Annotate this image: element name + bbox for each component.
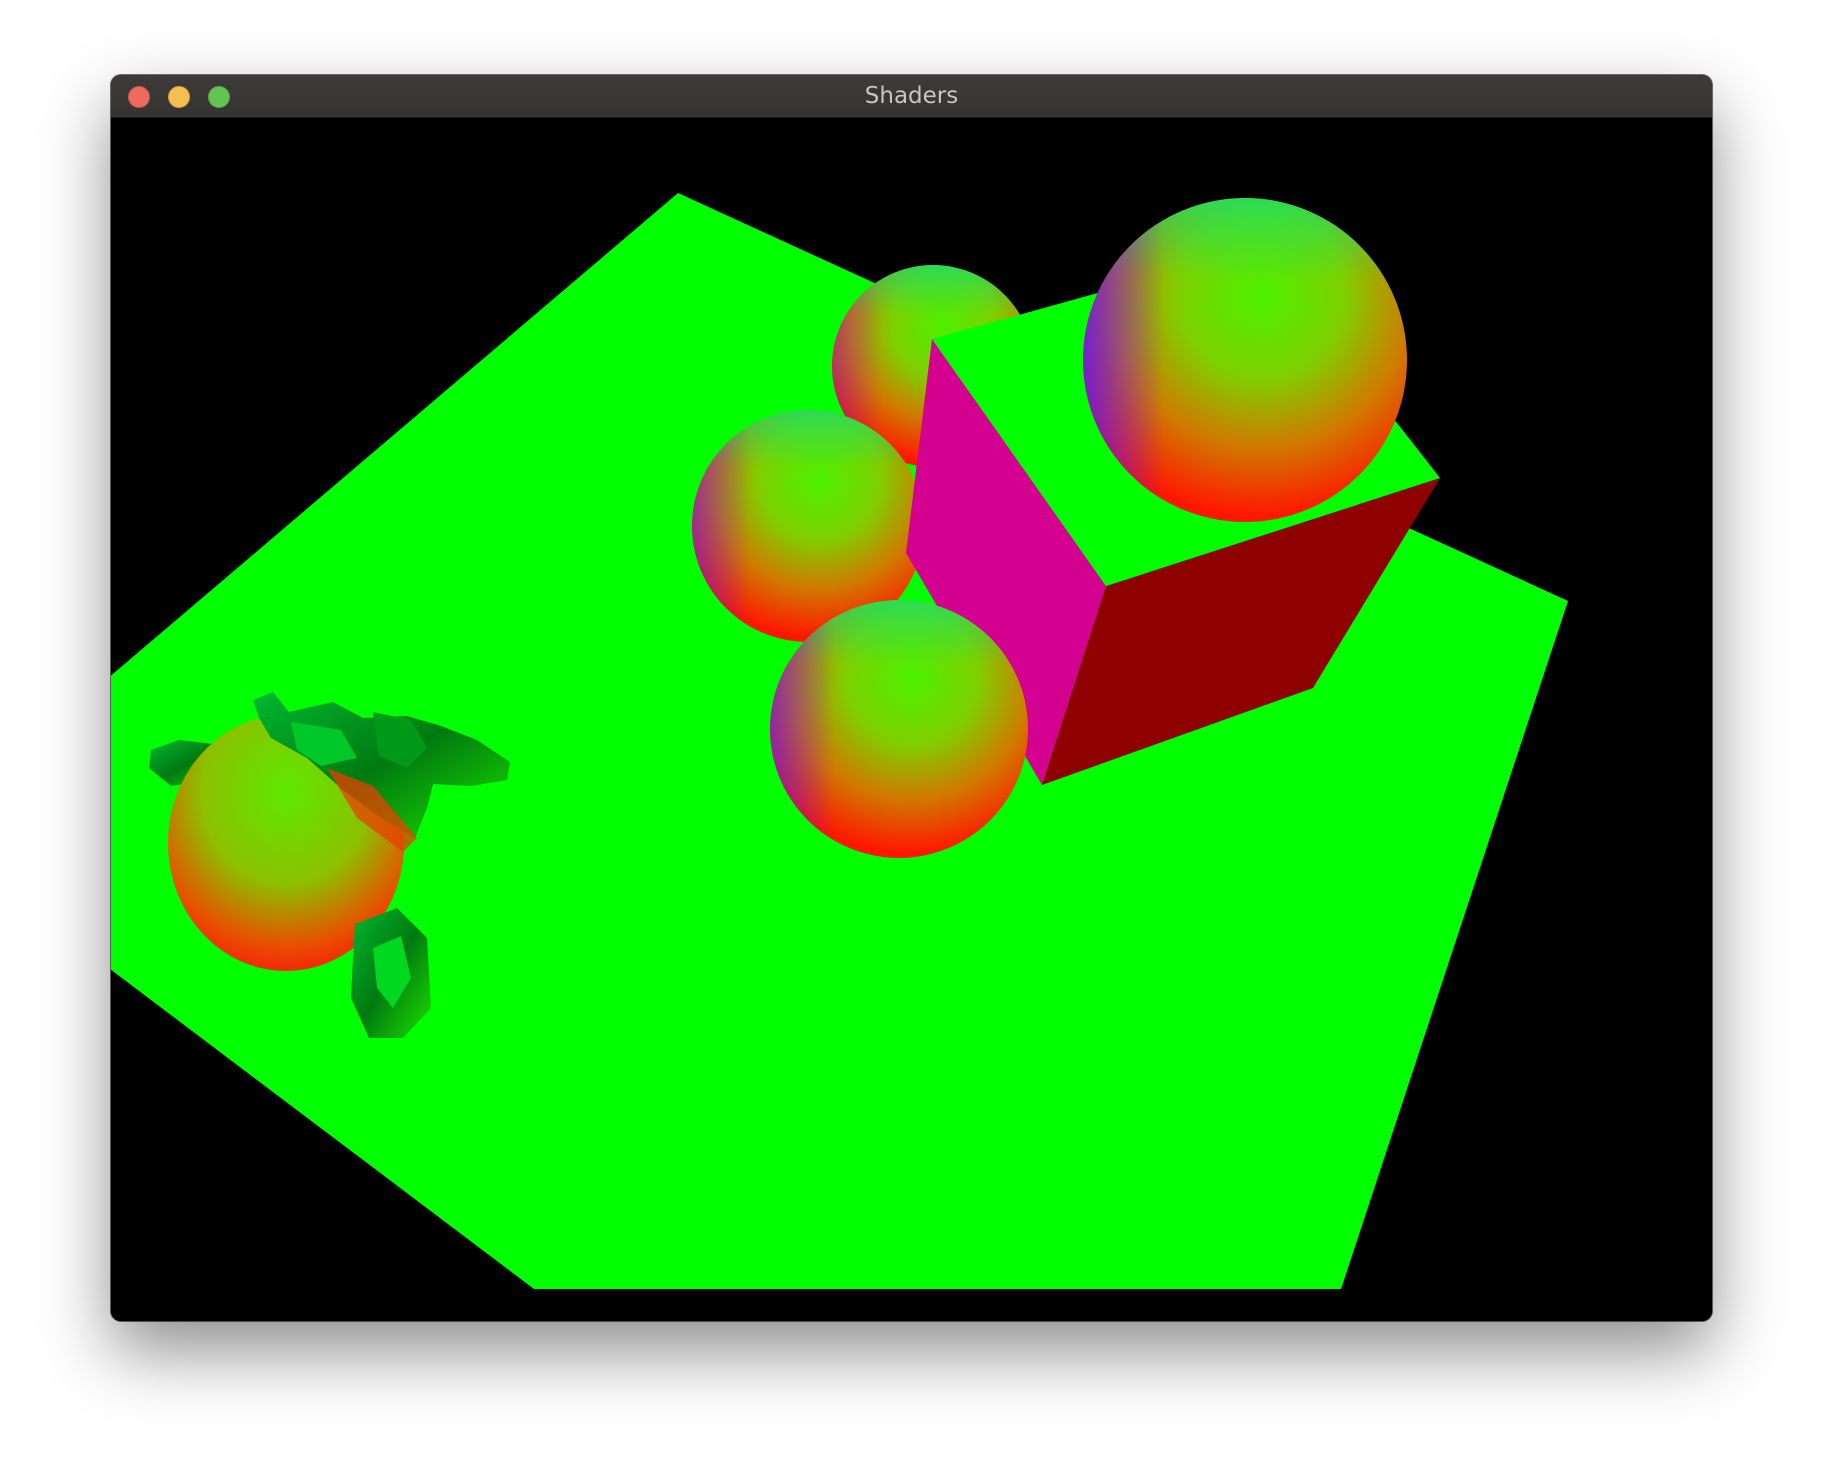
scene-canvas xyxy=(111,193,1568,1289)
title-bar[interactable]: Shaders xyxy=(111,75,1712,118)
sphere-front xyxy=(770,600,1028,858)
render-viewport[interactable] xyxy=(111,118,1712,1321)
window-title: Shaders xyxy=(864,83,959,109)
app-window: Shaders xyxy=(111,75,1712,1321)
sphere-on-cube xyxy=(1083,198,1407,522)
